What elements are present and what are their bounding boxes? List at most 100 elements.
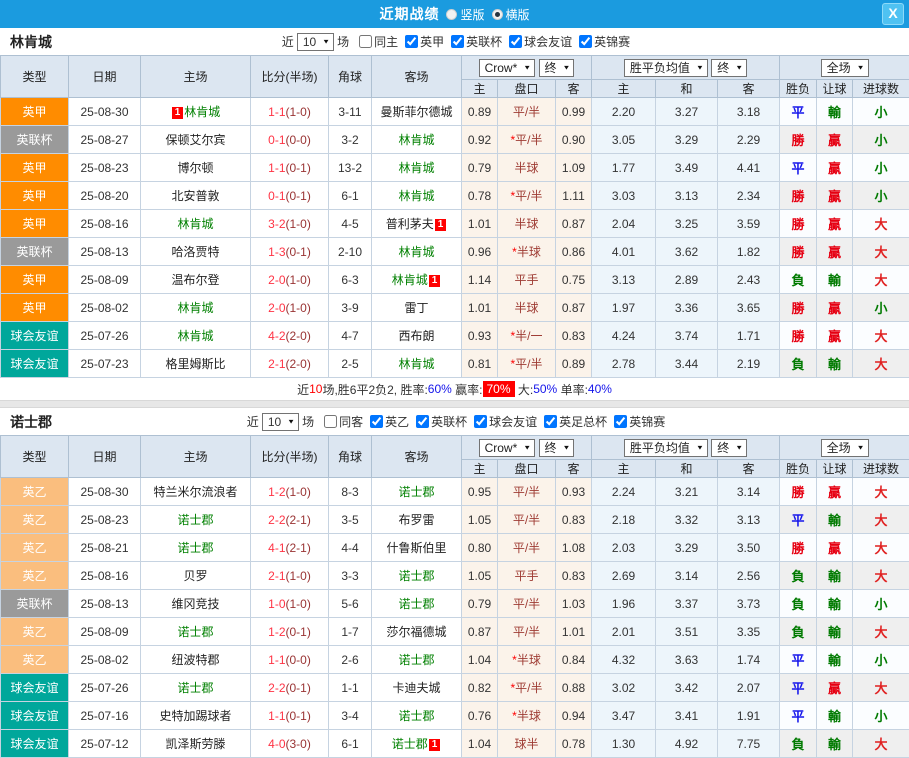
crow-away-odds: 0.89 <box>556 350 592 378</box>
odds-stage-select[interactable]: 终▼ <box>539 59 575 77</box>
league-checkbox-label: 英联杯 <box>466 35 502 49</box>
layout-radio-vertical[interactable]: 竖版 <box>446 6 484 23</box>
europe-home-odds: 2.24 <box>592 478 656 506</box>
league-tag: 英甲 <box>1 294 69 322</box>
handicap-line: 平手 <box>498 562 556 590</box>
subheader-crow-home: 主 <box>462 80 498 98</box>
europe-away-odds: 1.91 <box>718 702 780 730</box>
fulltime-score: 1-1 <box>268 709 285 723</box>
result-wdl: 平 <box>780 154 817 182</box>
match-row: 英乙25-08-23诺士郡2-2(2-1)3-5布罗雷1.05平/半0.832.… <box>1 506 909 534</box>
crow-away-odds: 1.09 <box>556 154 592 182</box>
layout-radio-horizontal[interactable]: 横版 <box>492 6 530 23</box>
result-wdl: 平 <box>780 646 817 674</box>
away-team: 曼斯菲尔德城 <box>372 98 462 126</box>
handicap-line: 球半 <box>498 730 556 758</box>
team-name: 史特加踢球者 <box>159 709 231 723</box>
fulltime-select[interactable]: 全场▼ <box>821 439 869 457</box>
crow-away-odds: 0.75 <box>556 266 592 294</box>
radio-icon[interactable] <box>492 9 503 20</box>
match-date: 25-08-23 <box>69 506 141 534</box>
corner-count: 8-3 <box>329 478 372 506</box>
league-checkbox[interactable] <box>405 35 418 48</box>
result-goals: 大 <box>853 350 909 378</box>
europe-away-odds: 3.59 <box>718 210 780 238</box>
team-name: 莎尔福德城 <box>386 625 446 639</box>
match-row: 英甲25-08-09温布尔登2-0(1-0)6-3林肯城11.14平手0.753… <box>1 266 909 294</box>
close-icon[interactable]: X <box>882 3 904 25</box>
europe-stage-select[interactable]: 终▼ <box>711 59 747 77</box>
league-checkbox[interactable] <box>614 415 627 428</box>
crow-home-odds: 1.04 <box>462 730 498 758</box>
subheader-result-handicap: 让球 <box>817 80 853 98</box>
league-tag: 球会友谊 <box>1 702 69 730</box>
league-checkbox[interactable] <box>579 35 592 48</box>
result-goals: 大 <box>853 210 909 238</box>
crow-away-odds: 1.03 <box>556 590 592 618</box>
handicap-line: 平/半 <box>498 618 556 646</box>
crow-away-odds: 0.90 <box>556 126 592 154</box>
home-team: 维冈竞技 <box>141 590 251 618</box>
recent-count-select[interactable]: 10▼ <box>262 413 299 431</box>
bookmaker-select[interactable]: Crow*▼ <box>479 59 536 77</box>
recent-count-select[interactable]: 10▼ <box>297 33 334 51</box>
fulltime-select[interactable]: 全场▼ <box>821 59 869 77</box>
league-checkbox[interactable] <box>416 415 429 428</box>
result-handicap: 贏 <box>817 182 853 210</box>
filter-bar: 近 10▼ 场 同客 英乙英联杯球会友谊英足总杯英锦赛 <box>244 413 665 431</box>
europe-odds-group: 胜平负均值▼ 终▼ <box>592 436 780 460</box>
result-goals: 大 <box>853 674 909 702</box>
europe-away-odds: 3.18 <box>718 98 780 126</box>
europe-draw-odds: 3.13 <box>656 182 718 210</box>
result-handicap: 輸 <box>817 98 853 126</box>
league-checkbox[interactable] <box>451 35 464 48</box>
handicap-line: 平/半 <box>498 590 556 618</box>
europe-draw-odds: 3.27 <box>656 98 718 126</box>
corner-count: 6-3 <box>329 266 372 294</box>
sections-root: 林肯城 近 10▼ 场 同主 英甲英联杯球会友谊英锦赛 类型 <box>0 28 909 758</box>
team-name: 林肯城 <box>177 329 213 343</box>
rank-badge: 1 <box>429 739 441 751</box>
rank-badge: 1 <box>429 275 441 287</box>
result-goals: 大 <box>853 534 909 562</box>
same-side-checkbox[interactable] <box>324 415 337 428</box>
summary-segment: 单率: <box>557 381 588 398</box>
europe-stage-select[interactable]: 终▼ <box>711 439 747 457</box>
league-checkbox[interactable] <box>474 415 487 428</box>
subheader-euro-away: 客 <box>718 80 780 98</box>
result-handicap: 輸 <box>817 730 853 758</box>
result-wdl: 平 <box>780 98 817 126</box>
match-rows: 英甲25-08-301林肯城1-1(1-0)3-11曼斯菲尔德城0.89平/半0… <box>1 98 909 378</box>
league-tag: 英乙 <box>1 506 69 534</box>
handicap-text: 平/半 <box>515 357 542 371</box>
home-team: 哈洛贾特 <box>141 238 251 266</box>
result-handicap: 贏 <box>817 674 853 702</box>
team-name: 诺士郡 <box>177 541 213 555</box>
bookmaker-select[interactable]: Crow*▼ <box>479 439 536 457</box>
europe-avg-select[interactable]: 胜平负均值▼ <box>624 439 708 457</box>
crow-home-odds: 1.14 <box>462 266 498 294</box>
col-header-type: 类型 <box>1 436 69 478</box>
away-team: 什鲁斯伯里 <box>372 534 462 562</box>
match-score: 0-1(0-0) <box>251 126 329 154</box>
europe-draw-odds: 3.62 <box>656 238 718 266</box>
league-checkbox[interactable] <box>370 415 383 428</box>
fulltime-score: 1-1 <box>268 105 285 119</box>
league-checkbox[interactable] <box>544 415 557 428</box>
team-name: 诺士郡 <box>177 625 213 639</box>
match-row: 英甲25-08-20北安普敦0-1(0-1)6-1林肯城0.78*平/半1.11… <box>1 182 909 210</box>
league-checkbox[interactable] <box>509 35 522 48</box>
match-row: 英甲25-08-301林肯城1-1(1-0)3-11曼斯菲尔德城0.89平/半0… <box>1 98 909 126</box>
home-team: 凯泽斯劳滕 <box>141 730 251 758</box>
same-side-checkbox[interactable] <box>359 35 372 48</box>
europe-avg-select[interactable]: 胜平负均值▼ <box>624 59 708 77</box>
handicap-text: 半/一 <box>515 329 542 343</box>
radio-icon[interactable] <box>446 9 457 20</box>
league-tag: 英乙 <box>1 534 69 562</box>
fulltime-score: 0-1 <box>268 189 285 203</box>
fulltime-score: 2-2 <box>268 681 285 695</box>
result-wdl: 勝 <box>780 534 817 562</box>
halftime-score: (3-0) <box>286 737 311 751</box>
odds-stage-select[interactable]: 终▼ <box>539 439 575 457</box>
crow-home-odds: 0.87 <box>462 618 498 646</box>
